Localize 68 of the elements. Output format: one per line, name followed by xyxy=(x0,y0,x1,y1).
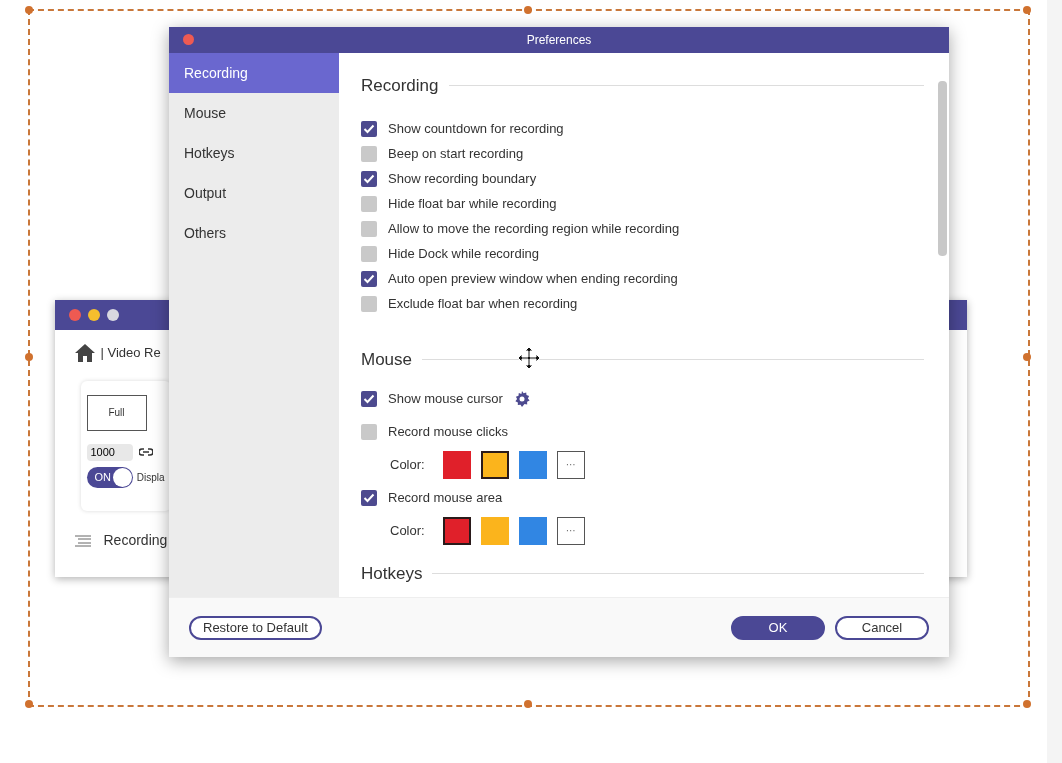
checkbox-label: Show recording boundary xyxy=(388,170,537,189)
home-icon[interactable] xyxy=(74,343,95,362)
checkbox-label: Hide float bar while recording xyxy=(388,195,557,214)
checkbox-label: Record mouse area xyxy=(388,488,503,507)
sidebar-item[interactable]: Others xyxy=(169,213,339,253)
dialog-button[interactable]: OK xyxy=(731,615,825,640)
dialog-title: Preferences xyxy=(526,32,592,49)
sidebar-item[interactable]: Recording xyxy=(169,53,339,93)
list-icon[interactable] xyxy=(74,534,91,547)
checkbox[interactable] xyxy=(361,146,377,162)
sidebar-item[interactable]: Mouse xyxy=(169,93,339,133)
sidebar-item[interactable]: Output xyxy=(169,173,339,213)
checkbox[interactable] xyxy=(361,390,377,407)
color-swatch[interactable] xyxy=(442,516,471,545)
checkbox-label: Allow to move the recording region while recording xyxy=(388,220,680,239)
color-swatch[interactable] xyxy=(480,516,509,545)
breadcrumb-text: | Video Re xyxy=(100,344,161,362)
footer-label: Recording xyxy=(103,531,168,550)
dialog-button[interactable]: Cancel xyxy=(835,615,929,640)
width-field[interactable]: 1000 xyxy=(86,443,133,461)
toggle-switch[interactable]: ON xyxy=(86,467,134,488)
checkbox-label: Show mouse cursor xyxy=(388,389,503,408)
color-label: Color: xyxy=(390,521,425,540)
link-icon[interactable] xyxy=(139,447,153,457)
dialog-button[interactable]: Restore to Default xyxy=(189,615,322,640)
checkbox-label: Show countdown for recording xyxy=(388,120,564,139)
scrollbar-thumb[interactable] xyxy=(938,81,947,256)
checkbox-label: Beep on start recording xyxy=(388,145,524,164)
checkbox[interactable] xyxy=(361,271,377,287)
section-title: Recording xyxy=(361,75,439,97)
checkbox[interactable] xyxy=(361,171,377,187)
checkbox[interactable] xyxy=(361,196,377,212)
checkbox[interactable] xyxy=(361,423,377,440)
move-cursor-icon xyxy=(517,346,541,370)
checkbox[interactable] xyxy=(361,246,377,262)
resize-handle[interactable] xyxy=(524,6,532,14)
section-title: Hotkeys xyxy=(361,563,423,585)
color-label: Color: xyxy=(390,455,425,474)
section-title: Mouse xyxy=(361,348,413,371)
resize-handle[interactable] xyxy=(25,700,33,708)
close-button[interactable] xyxy=(69,309,81,321)
more-colors-button[interactable]: ··· xyxy=(556,516,585,545)
color-swatch[interactable] xyxy=(442,450,471,479)
checkbox[interactable] xyxy=(361,296,377,312)
settings-icon[interactable] xyxy=(513,390,530,407)
checkbox-label: Auto open preview window when ending recording xyxy=(388,270,678,289)
full-screen-option[interactable]: Full xyxy=(86,394,147,431)
resize-handle[interactable] xyxy=(25,6,33,14)
toggle-caption: Displa xyxy=(136,471,165,485)
color-swatch[interactable] xyxy=(518,516,547,545)
checkbox[interactable] xyxy=(361,221,377,237)
color-swatch[interactable] xyxy=(480,450,509,479)
resize-handle[interactable] xyxy=(1023,353,1031,361)
resize-handle[interactable] xyxy=(25,353,33,361)
sidebar-item[interactable]: Hotkeys xyxy=(169,133,339,173)
resize-handle[interactable] xyxy=(1023,700,1031,708)
checkbox-label: Exclude float bar when recording xyxy=(388,295,578,314)
zoom-button[interactable] xyxy=(107,309,119,321)
color-swatch[interactable] xyxy=(518,450,547,479)
checkbox-label: Hide Dock while recording xyxy=(388,245,539,264)
checkbox-label: Record mouse clicks xyxy=(388,422,508,441)
resize-handle[interactable] xyxy=(1023,6,1031,14)
minimize-button[interactable] xyxy=(88,309,100,321)
resize-handle[interactable] xyxy=(524,700,532,708)
more-colors-button[interactable]: ··· xyxy=(556,450,585,479)
checkbox[interactable] xyxy=(361,489,377,506)
checkbox[interactable] xyxy=(361,121,377,137)
close-button[interactable] xyxy=(183,34,194,45)
